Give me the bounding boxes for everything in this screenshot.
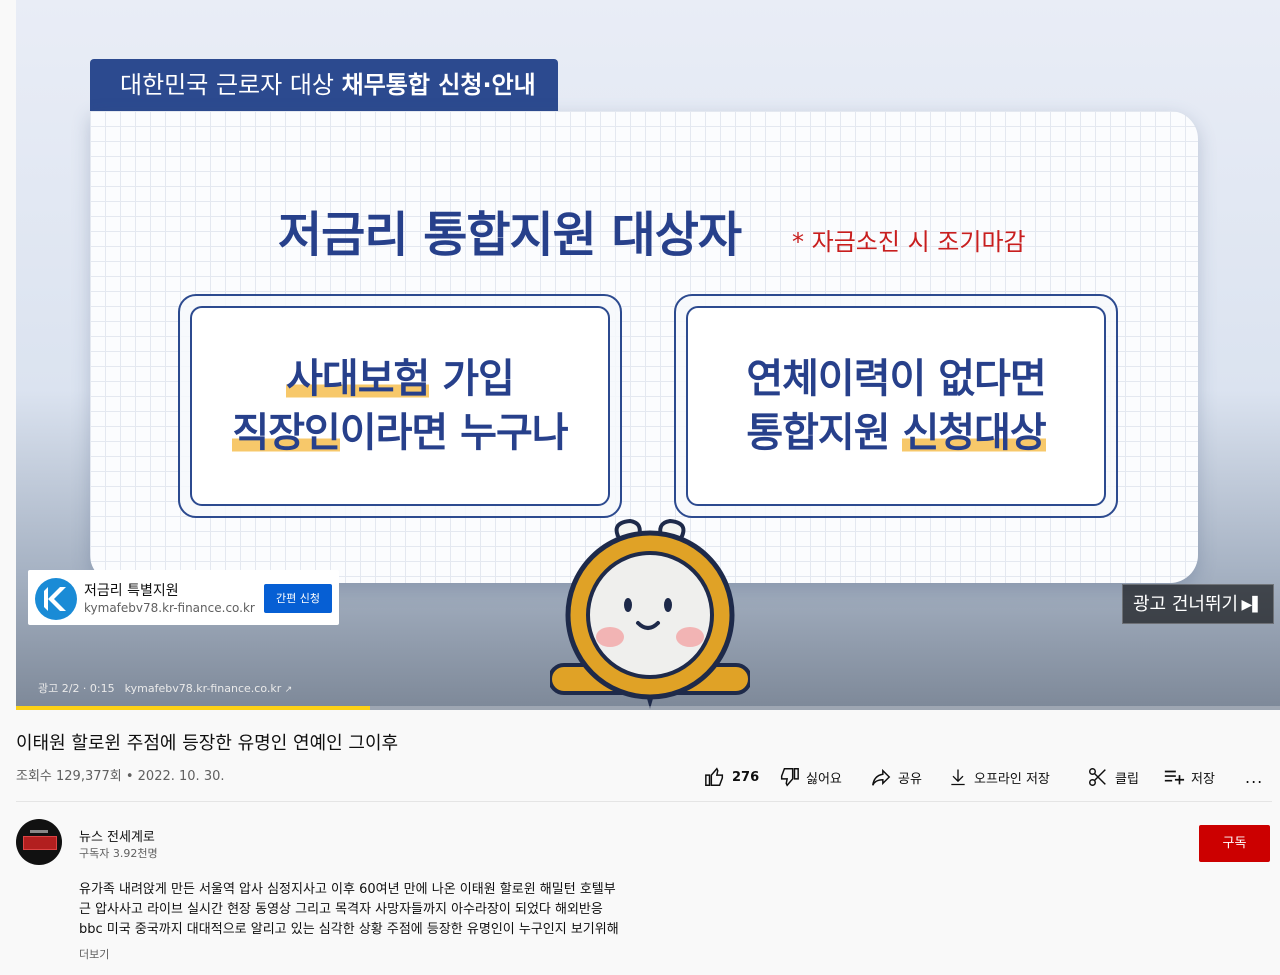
ad-box-right-line2: 통합지원 신청대상	[746, 410, 1047, 456]
subscriber-count: 구독자 3.92천명	[79, 847, 158, 860]
thumbs-up-icon	[705, 767, 724, 786]
more-actions-button[interactable]: ...	[1245, 762, 1263, 792]
sponsor-url: kymafebv78.kr-finance.co.kr	[84, 601, 255, 615]
ad-title: 저금리 통합지원 대상자	[278, 207, 742, 263]
skip-ad-button[interactable]: 광고 건너뛰기 ▶▌	[1122, 584, 1274, 624]
share-icon	[872, 768, 891, 786]
ad-sponsor-card[interactable]: 저금리 특별지원 kymafebv78.kr-finance.co.kr 간편 …	[28, 570, 339, 625]
action-bar: 276 싫어요 공유 오프라인 저장 클립 저장 ...	[0, 762, 1280, 792]
ad-box-left-line2: 직장인이라면 누구나	[232, 410, 569, 456]
sponsor-name: 저금리 특별지원	[84, 583, 179, 599]
dislike-button[interactable]: 싫어요	[778, 762, 842, 792]
playlist-add-icon	[1164, 770, 1185, 785]
ad-box-right-line1: 연체이력이 없다면	[746, 356, 1046, 402]
video-player[interactable]: 대한민국 근로자 대상 채무통합 신청·안내 저금리 통합지원 대상자 * 자금…	[16, 0, 1280, 710]
ad-progress-bar[interactable]	[16, 706, 1280, 710]
thumbs-down-icon	[780, 768, 799, 787]
dislike-label: 싫어요	[806, 771, 842, 787]
mascot-character-icon	[550, 518, 750, 709]
ad-info-url[interactable]: kymafebv78.kr-finance.co.kr	[125, 682, 282, 695]
ad-header-bold: 채무통합 신청·안내	[341, 71, 536, 99]
share-button[interactable]: 공유	[870, 762, 922, 792]
ad-info-bar: 광고 2/2 · 0:15 kymafebv78.kr-finance.co.kr…	[38, 680, 292, 696]
like-button[interactable]: 276	[704, 762, 759, 792]
share-label: 공유	[898, 771, 922, 787]
divider	[16, 801, 1272, 802]
skip-next-icon: ▶▌	[1241, 597, 1263, 613]
like-count: 276	[732, 769, 760, 785]
ad-box-left: 사대보험 가입 직장인이라면 누구나	[178, 294, 622, 518]
ad-note: * 자금소진 시 조기마감	[792, 228, 1026, 256]
skip-ad-label: 광고 건너뛰기	[1133, 594, 1239, 615]
sponsor-apply-button[interactable]: 간편 신청	[264, 584, 332, 613]
ad-box-right: 연체이력이 없다면 통합지원 신청대상	[674, 294, 1118, 518]
description-line: 근 압사사고 라이브 실시간 현장 동영상 그리고 목격자 사망자들까지 아수라…	[79, 902, 603, 917]
show-more-button[interactable]: 더보기	[79, 946, 109, 962]
clip-label: 클립	[1115, 771, 1139, 787]
download-icon	[951, 769, 965, 786]
ad-box-left-line1: 사대보험 가입	[286, 356, 515, 402]
scissors-icon	[1089, 768, 1106, 786]
channel-name[interactable]: 뉴스 전세계로	[79, 826, 155, 845]
subscribe-button[interactable]: 구독	[1199, 825, 1270, 862]
ad-counter: 광고 2/2 · 0:15	[38, 682, 115, 695]
ad-header-banner: 대한민국 근로자 대상 채무통합 신청·안내	[90, 59, 558, 111]
description-line: bbc 미국 중국까지 대대적으로 알리고 있는 심각한 상황 주점에 등장한 …	[79, 922, 619, 937]
offline-save-button[interactable]: 오프라인 저장	[948, 762, 1050, 792]
video-description: 유가족 내려앉게 만든 서울역 압사 심정지사고 이후 60여년 만에 나온 이…	[79, 880, 699, 940]
ad-progress-fill	[16, 706, 370, 710]
sponsor-logo-icon	[35, 578, 77, 620]
clip-button[interactable]: 클립	[1087, 762, 1139, 792]
description-line: 유가족 내려앉게 만든 서울역 압사 심정지사고 이후 60여년 만에 나온 이…	[79, 882, 616, 897]
more-actions-label: ...	[1245, 767, 1264, 787]
ad-header-prefix: 대한민국 근로자 대상	[120, 71, 342, 99]
save-label: 저장	[1191, 771, 1215, 787]
external-link-icon: ↗	[284, 685, 293, 695]
offline-save-label: 오프라인 저장	[974, 771, 1050, 787]
video-title: 이태원 할로윈 주점에 등장한 유명인 연예인 그이후	[16, 733, 399, 754]
save-to-playlist-button[interactable]: 저장	[1163, 762, 1215, 792]
channel-avatar[interactable]	[16, 819, 62, 865]
